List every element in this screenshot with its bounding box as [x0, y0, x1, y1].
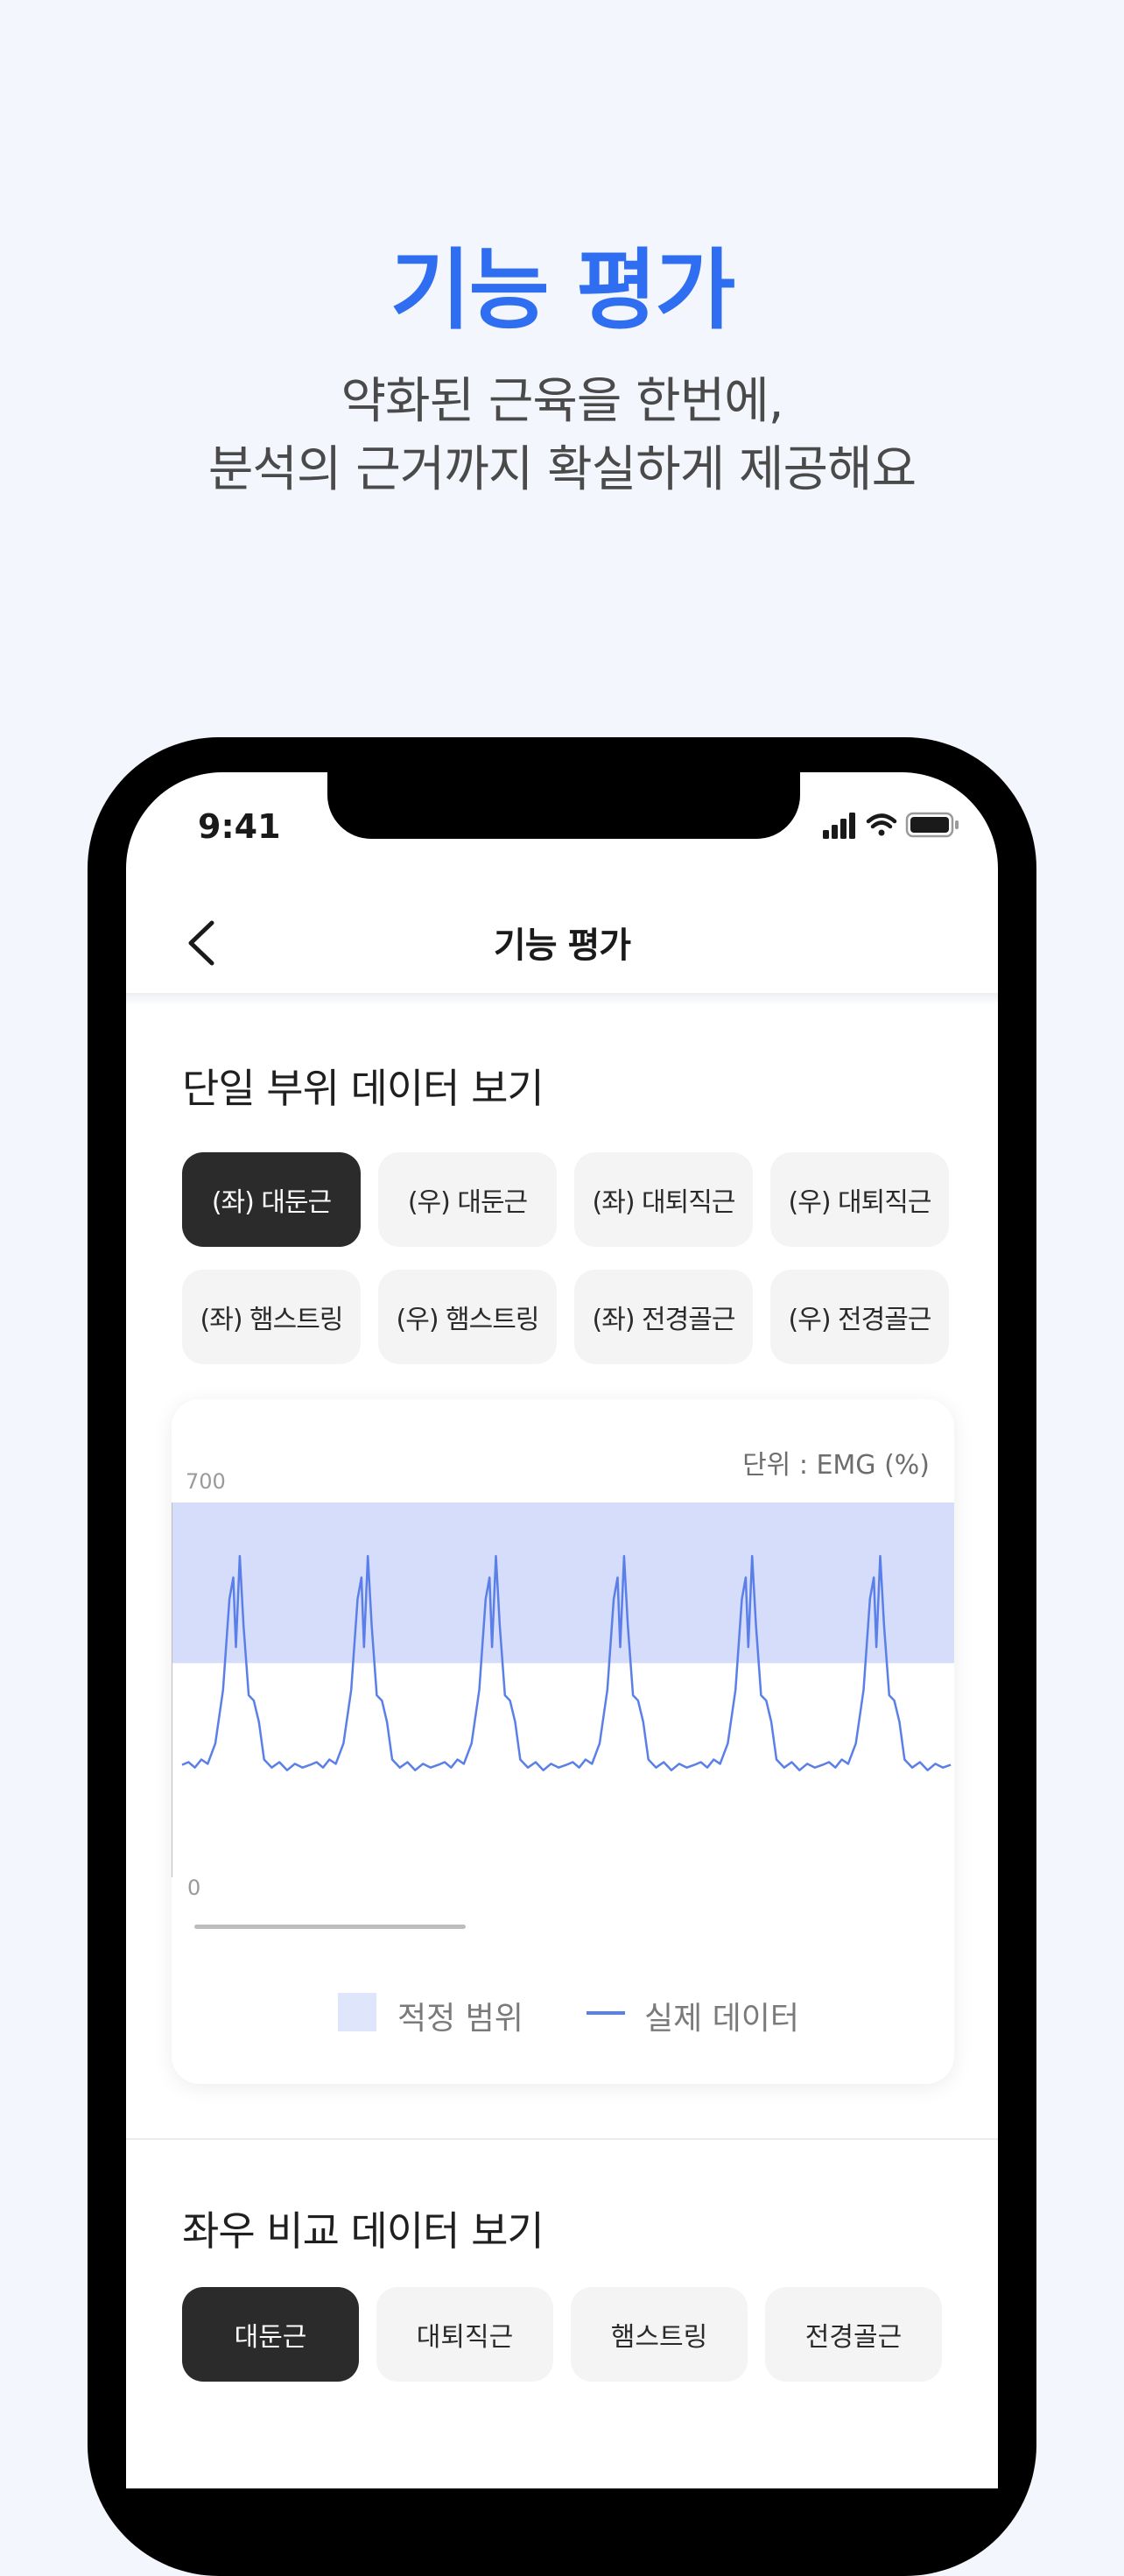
- nav-divider: [126, 993, 998, 1005]
- compare-chip-hamstring[interactable]: 햄스트링: [571, 2287, 748, 2382]
- compare-chip-rectus-femoris[interactable]: 대퇴직근: [376, 2287, 553, 2382]
- nav-title: 기능 평가: [493, 926, 631, 966]
- chip-left-tibialis[interactable]: (좌) 전경골근: [574, 1270, 753, 1364]
- optimal-range-band: [172, 1503, 954, 1664]
- single-section-title: 단일 부위 데이터 보기: [182, 1065, 544, 1112]
- chip-right-gluteus[interactable]: (우) 대둔근: [378, 1152, 557, 1247]
- chip-left-gluteus[interactable]: (좌) 대둔근: [182, 1152, 361, 1247]
- section-divider: [126, 2138, 998, 2140]
- chip-left-rectus-femoris[interactable]: (좌) 대퇴직근: [574, 1152, 753, 1247]
- battery-icon: [905, 812, 959, 838]
- emg-chart: [172, 1503, 954, 1877]
- chip-right-hamstring[interactable]: (우) 햄스트링: [378, 1270, 557, 1364]
- hero-subtitle-line1: 약화된 근육을 한번에,: [341, 373, 783, 430]
- status-icons: [823, 812, 959, 839]
- phone-notch: [327, 772, 800, 839]
- emg-chart-card: 단위 : EMG (%) 700 0 적정 범위 실제 데이터: [172, 1399, 954, 2084]
- legend-actual-line: [587, 2011, 625, 2015]
- chart-legend: 적정 범위 실제 데이터: [172, 1986, 954, 2038]
- legend-range-label: 적정 범위: [397, 2001, 523, 2037]
- compare-section-title: 좌우 비교 데이터 보기: [182, 2207, 544, 2255]
- phone-screen: 9:41 기능 평가 단일 부위 데이터 보기 (좌) 대둔근 (우) 대둔근 …: [126, 772, 998, 2488]
- chip-right-rectus-femoris[interactable]: (우) 대퇴직근: [770, 1152, 949, 1247]
- legend-range-swatch: [338, 1993, 376, 2031]
- legend-actual-label: 실제 데이터: [644, 2001, 800, 2037]
- compare-chip-gluteus[interactable]: 대둔근: [182, 2287, 359, 2382]
- chip-left-hamstring[interactable]: (좌) 햄스트링: [182, 1270, 361, 1364]
- chart-scrollbar[interactable]: [194, 1925, 466, 1929]
- hero-subtitle: 약화된 근육을 한번에, 분석의 근거까지 확실하게 제공해요: [0, 368, 1124, 504]
- signal-icon: [823, 813, 855, 839]
- wifi-icon: [866, 813, 897, 836]
- status-time: 9:41: [198, 807, 281, 846]
- hero-title: 기능 평가: [390, 239, 736, 341]
- chip-right-tibialis[interactable]: (우) 전경골근: [770, 1270, 949, 1364]
- compare-chip-tibialis[interactable]: 전경골근: [765, 2287, 942, 2382]
- hero-subtitle-line2: 분석의 근거까지 확실하게 제공해요: [207, 441, 917, 498]
